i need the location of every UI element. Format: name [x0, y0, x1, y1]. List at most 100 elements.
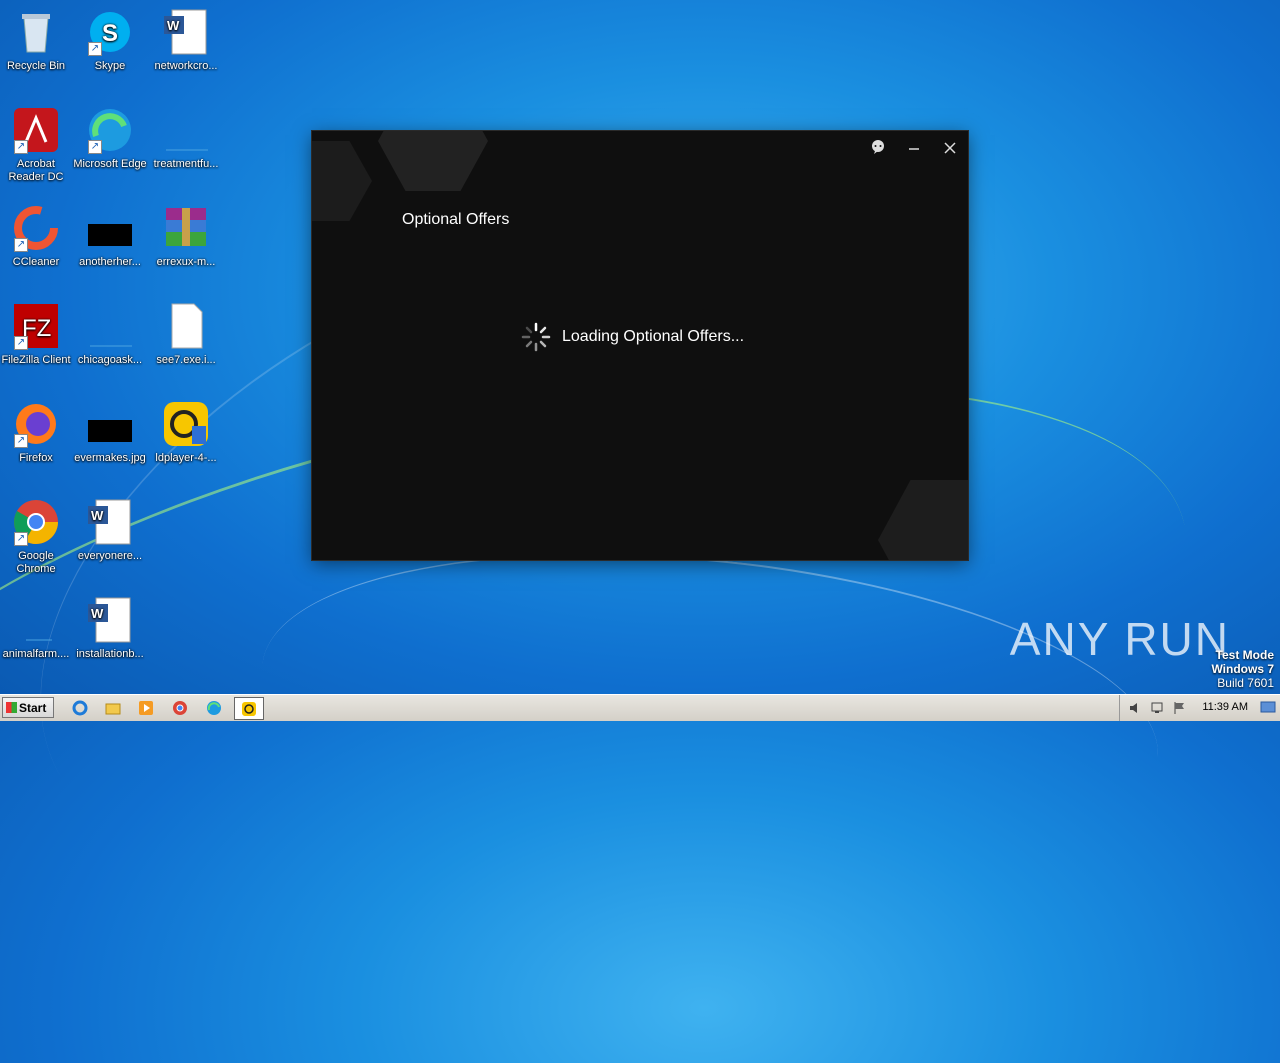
acrobat-icon: ↗ [12, 106, 60, 154]
desktop-icon-label: evermakes.jpg [74, 452, 146, 464]
desktop-icon-firefox[interactable]: ↗ Firefox [0, 400, 74, 465]
desktop-icon-edge[interactable]: ↗ Microsoft Edge [72, 106, 148, 171]
blank-file-icon [162, 106, 210, 154]
svg-text:W: W [91, 606, 104, 621]
filezilla-icon: FZ ↗ [12, 302, 60, 350]
desktop-icon-treatmentfu[interactable]: treatmentfu... [148, 106, 224, 171]
shortcut-arrow-icon: ↗ [88, 140, 102, 154]
desktop-icon-errexux[interactable]: errexux-m... [148, 204, 224, 269]
desktop-icon-chicagoask[interactable]: chicagoask... [72, 302, 148, 367]
desktop-icon-networkcro[interactable]: W networkcro... [148, 8, 224, 73]
desktop-icon-label: FileZilla Client [1, 354, 71, 366]
os-version-line: Windows 7 [1211, 662, 1274, 676]
taskbar-ldplayer[interactable] [234, 697, 264, 720]
shortcut-arrow-icon: ↗ [14, 336, 28, 350]
ccleaner-icon: ↗ [12, 204, 60, 252]
decorative-hexagon [378, 131, 488, 191]
winrar-icon [162, 204, 210, 252]
windows-flag-icon [6, 702, 17, 713]
desktop-icon-label: Recycle Bin [6, 60, 66, 72]
system-tray: 11:39 AM [1119, 695, 1280, 721]
desktop-icon-skype[interactable]: S ↗ Skype [72, 8, 148, 73]
network-icon[interactable] [1150, 701, 1164, 715]
start-button[interactable]: Start [2, 697, 54, 718]
minimize-icon [909, 148, 919, 150]
desktop-icon-ccleaner[interactable]: ↗ CCleaner [0, 204, 74, 269]
shortcut-arrow-icon: ↗ [14, 434, 28, 448]
ldplayer-icon [162, 400, 210, 448]
start-label: Start [19, 701, 47, 715]
taskbar-internet-explorer[interactable] [68, 697, 92, 718]
recycle-bin-icon [12, 8, 60, 56]
loading-text: Loading Optional Offers... [562, 328, 745, 345]
close-icon [944, 142, 956, 154]
desktop-icon-label: animalfarm.... [2, 648, 70, 660]
black-image-icon [86, 204, 134, 252]
taskbar-explorer[interactable] [101, 697, 125, 718]
loading-indicator: Loading Optional Offers... [520, 321, 744, 353]
minimize-button[interactable] [901, 139, 927, 161]
chrome-icon [173, 700, 187, 715]
shortcut-arrow-icon: ↗ [88, 42, 102, 56]
anyrun-watermark: ANY RUN [1009, 613, 1230, 665]
word-doc-icon: W [86, 498, 134, 546]
desktop-icon-animalfarm[interactable]: animalfarm.... [0, 596, 74, 661]
desktop-icon-label: Microsoft Edge [73, 158, 147, 170]
firefox-icon: ↗ [12, 400, 60, 448]
feedback-button[interactable] [865, 139, 891, 161]
decorative-hexagon [312, 141, 372, 221]
desktop-icon-label: ldplayer-4-... [155, 452, 217, 464]
desktop-icon-recycle-bin[interactable]: Recycle Bin [0, 8, 74, 73]
skype-icon: S ↗ [86, 8, 134, 56]
desktop-icon-label: installationb... [76, 648, 144, 660]
blank-file-icon [86, 302, 134, 350]
action-center-flag-icon[interactable] [1172, 701, 1186, 715]
desktop-icon-label: see7.exe.i... [156, 354, 216, 366]
desktop-icon-ldplayer[interactable]: ldplayer-4-... [148, 400, 224, 465]
taskbar: Start 11:39 AM [0, 694, 1280, 721]
desktop-icon-label: anotherher... [79, 256, 141, 268]
svg-text:W: W [91, 508, 104, 523]
desktop-icon-label: Acrobat Reader DC [8, 158, 64, 183]
show-desktop-icon[interactable] [1260, 700, 1276, 714]
desktop-icon-acrobat[interactable]: ↗ Acrobat Reader DC [0, 106, 74, 184]
explorer-folder-icon [105, 703, 121, 714]
desktop-icon-anotherher[interactable]: anotherher... [72, 204, 148, 269]
edge-icon: ↗ [86, 106, 134, 154]
taskbar-edge[interactable] [202, 697, 226, 718]
window-title: Optional Offers [402, 211, 510, 228]
edge-icon [207, 700, 221, 715]
desktop-icon-filezilla[interactable]: FZ ↗ FileZilla Client [0, 302, 74, 367]
blank-file-icon [12, 596, 60, 644]
close-button[interactable] [937, 139, 963, 161]
media-player-icon [139, 700, 153, 715]
generic-file-icon [162, 302, 210, 350]
desktop-icon-label: Skype [94, 60, 126, 72]
desktop-icon-see7[interactable]: see7.exe.i... [148, 302, 224, 367]
desktop-icon-installationb[interactable]: W installationb... [72, 596, 148, 661]
taskbar-chrome[interactable] [168, 697, 192, 718]
test-mode-line: Test Mode [1215, 648, 1274, 662]
spinner-icon [521, 322, 551, 352]
chrome-icon: ↗ [12, 498, 60, 546]
ldplayer-icon [242, 701, 256, 716]
desktop-icon-label: errexux-m... [156, 256, 216, 268]
word-doc-icon: W [86, 596, 134, 644]
volume-icon[interactable] [1128, 701, 1142, 715]
taskbar-media-player[interactable] [134, 697, 158, 718]
test-mode-text: Test Mode Windows 7 Build 7601 [1211, 648, 1274, 690]
desktop-icon-label: chicagoask... [77, 354, 143, 366]
desktop-icon-label: treatmentfu... [153, 158, 219, 170]
desktop-icon-label: CCleaner [12, 256, 60, 268]
clock[interactable]: 11:39 AM [1202, 701, 1248, 713]
desktop-icon-evermakes[interactable]: evermakes.jpg [72, 400, 148, 465]
desktop-icon-everyonere[interactable]: W everyonere... [72, 498, 148, 563]
optional-offers-window: Optional Offers Loading Optional Offers.… [312, 131, 968, 560]
build-line: Build 7601 [1217, 676, 1274, 690]
desktop-icon-chrome[interactable]: ↗ Google Chrome [0, 498, 74, 576]
shortcut-arrow-icon: ↗ [14, 238, 28, 252]
desktop-icon-label: Firefox [19, 452, 53, 464]
shortcut-arrow-icon: ↗ [14, 532, 28, 546]
black-image-icon [86, 400, 134, 448]
desktop-icon-label: networkcro... [154, 60, 218, 72]
